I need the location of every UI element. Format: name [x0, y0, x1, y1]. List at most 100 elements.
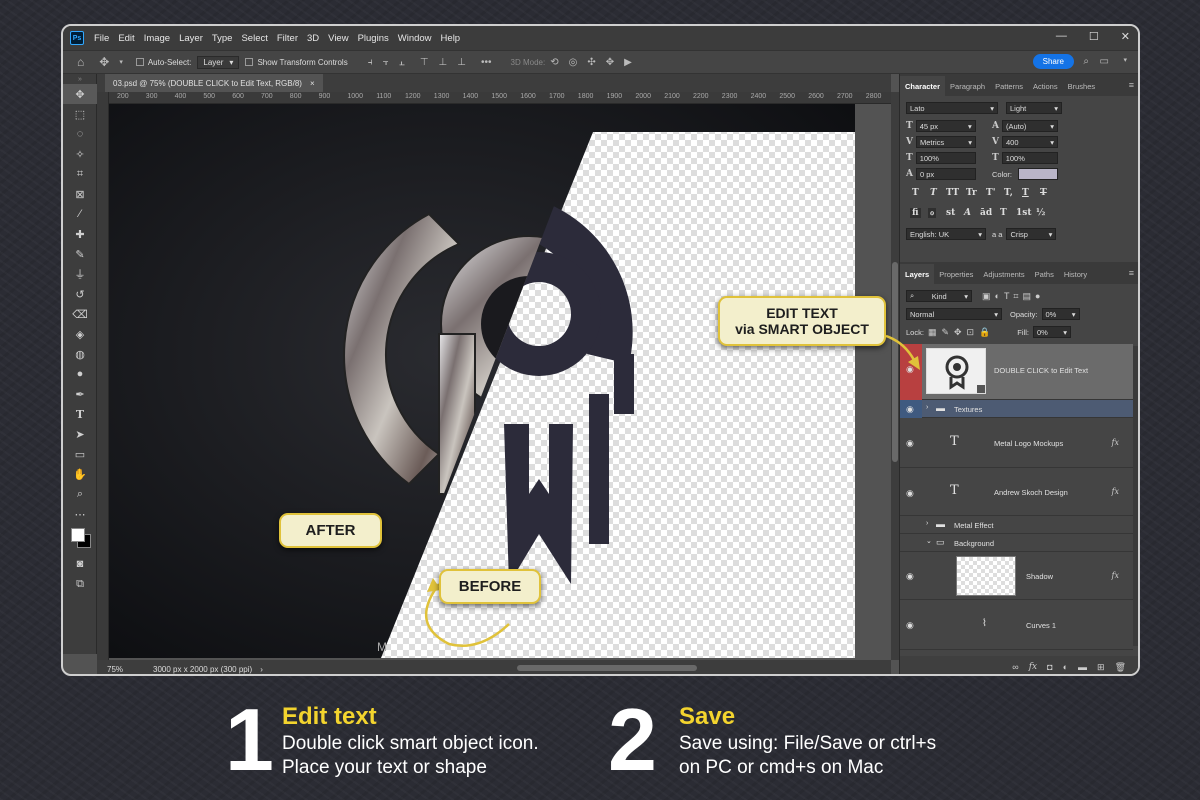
search-icon[interactable]: ⌕ [1083, 56, 1089, 67]
menu-layer[interactable]: Layer [179, 33, 203, 44]
magic-wand-icon[interactable]: ✧ [63, 144, 97, 164]
stylistic-alternates-button[interactable]: ād [980, 208, 992, 218]
eraser-icon[interactable]: ⌫ [63, 304, 97, 324]
font-size-field[interactable]: 45 px▾ [916, 120, 976, 132]
lock-icons[interactable]: ▦✎✥⊡🔒 [928, 327, 995, 338]
eye-icon[interactable]: ◉ [906, 438, 914, 449]
eyedropper-icon[interactable]: ⁄ [63, 204, 97, 224]
menu-filter[interactable]: Filter [277, 33, 298, 44]
tab-actions[interactable]: Actions [1028, 76, 1063, 96]
strikethrough-button[interactable]: T [1040, 188, 1047, 198]
tab-history[interactable]: History [1059, 264, 1092, 284]
tab-properties[interactable]: Properties [934, 264, 978, 284]
camera-3d-icon[interactable]: ▶ [624, 57, 632, 68]
eye-icon[interactable]: ◉ [906, 488, 914, 499]
roll-3d-icon[interactable]: ◎ [569, 57, 578, 68]
marquee-tool-icon[interactable]: ⬚ [63, 104, 97, 124]
fill-field[interactable]: 0%▾ [1033, 326, 1071, 338]
screen-mode-icon[interactable]: ⧉ [63, 574, 97, 594]
font-family-select[interactable]: Lato▾ [906, 102, 998, 114]
menu-edit[interactable]: Edit [118, 33, 134, 44]
chevron-down-icon[interactable]: ▾ [1123, 56, 1127, 64]
align-center-icon[interactable]: ⫟ [383, 57, 389, 68]
home-icon[interactable]: ⌂ [77, 55, 84, 69]
color-swatches[interactable] [63, 524, 97, 554]
fractions-button[interactable]: ½ [1036, 208, 1045, 218]
chevron-right-icon[interactable]: › [926, 404, 928, 411]
antialias-select[interactable]: Crisp▾ [1006, 228, 1056, 240]
layer-row[interactable]: ◉ DOUBLE CLICK to Edit Text [900, 344, 1133, 400]
move-tool-icon[interactable]: ✥ [63, 84, 97, 104]
link-icon[interactable]: ∞ [1012, 662, 1018, 672]
filter-icons[interactable]: ▣◐T⌗▤● [982, 291, 1044, 302]
auto-select-dropdown[interactable]: Layer▾ [197, 56, 239, 69]
old-style-button[interactable]: ℴ [928, 208, 936, 218]
adjustment-icon[interactable]: ◐ [1063, 662, 1068, 672]
slide-3d-icon[interactable]: ✥ [606, 57, 614, 68]
crop-tool-icon[interactable]: ⌗ [63, 164, 97, 184]
fx-icon[interactable]: fx [1112, 571, 1119, 580]
new-layer-icon[interactable]: ⊞ [1097, 662, 1105, 673]
lasso-tool-icon[interactable]: ◌ [63, 124, 97, 144]
faux-bold-button[interactable]: T [912, 188, 919, 198]
mask-icon[interactable]: ◘ [1047, 662, 1052, 672]
close-tab-icon[interactable]: × [310, 79, 315, 88]
menu-view[interactable]: View [328, 33, 348, 44]
pan-3d-icon[interactable]: ✣ [587, 57, 595, 68]
maximize-button[interactable]: ☐ [1089, 30, 1099, 43]
layer-row[interactable]: ◉ T Metal Logo Mockups fx [900, 418, 1133, 468]
layer-row[interactable]: ◉ › ▬ Textures [900, 400, 1133, 418]
panel-menu-icon[interactable]: ≡ [1129, 80, 1134, 90]
align-bottom-icon[interactable]: ⊥ [457, 57, 466, 68]
kerning-field[interactable]: Metrics▾ [916, 136, 976, 148]
tab-paths[interactable]: Paths [1030, 264, 1059, 284]
ordinals-button[interactable]: 1st [1016, 208, 1032, 218]
discretionary-ligatures-button[interactable]: st [946, 208, 955, 218]
menu-3d[interactable]: 3D [307, 33, 319, 44]
menu-type[interactable]: Type [212, 33, 233, 44]
font-style-select[interactable]: Light▾ [1006, 102, 1062, 114]
layer-row[interactable]: ◉ ⌇ Curves 1 [900, 600, 1133, 650]
ligatures-button[interactable]: fi [910, 208, 921, 218]
chevron-right-icon[interactable]: › [926, 520, 928, 527]
underline-button[interactable]: T [1022, 188, 1029, 198]
blend-mode-select[interactable]: Normal▾ [906, 308, 1002, 320]
swash-button[interactable]: A [964, 208, 971, 218]
quick-mask-icon[interactable]: ◙ [63, 554, 97, 574]
menu-window[interactable]: Window [398, 33, 432, 44]
tab-patterns[interactable]: Patterns [990, 76, 1028, 96]
blur-tool-icon[interactable]: ◍ [63, 344, 97, 364]
collapse-icon[interactable]: » [63, 74, 97, 84]
align-middle-icon[interactable]: ⊥ [439, 57, 448, 68]
layer-thumbnail[interactable] [956, 556, 1016, 596]
share-button[interactable]: Share [1033, 54, 1074, 69]
menu-plugins[interactable]: Plugins [358, 33, 389, 44]
orbit-3d-icon[interactable]: ⟲ [550, 57, 558, 68]
layer-row[interactable]: › ▬ Metal Effect [900, 516, 1133, 534]
frame-tool-icon[interactable]: ⊠ [63, 184, 97, 204]
fx-icon[interactable]: fx [1029, 662, 1037, 672]
eye-icon[interactable]: ◉ [906, 404, 914, 415]
auto-select-checkbox[interactable] [136, 58, 148, 67]
close-button[interactable]: ✕ [1121, 30, 1130, 43]
vertical-scale-field[interactable]: 100% [916, 152, 976, 164]
baseline-shift-field[interactable]: 0 px [916, 168, 976, 180]
all-caps-button[interactable]: TT [946, 188, 959, 198]
pen-tool-icon[interactable]: ✒ [63, 384, 97, 404]
menu-file[interactable]: File [94, 33, 109, 44]
align-left-icon[interactable]: ⫞ [368, 57, 373, 68]
align-top-icon[interactable]: ⊤ [420, 57, 429, 68]
horizontal-scrollbar[interactable] [517, 665, 697, 671]
tab-layers[interactable]: Layers [900, 264, 934, 284]
align-right-icon[interactable]: ⫠ [399, 57, 405, 68]
fx-icon[interactable]: fx [1112, 487, 1119, 496]
fx-icon[interactable]: fx [1112, 438, 1119, 447]
smart-object-thumbnail[interactable] [926, 348, 986, 394]
eye-icon[interactable]: ◉ [906, 620, 914, 631]
titling-button[interactable]: T [1000, 208, 1007, 218]
folder-icon[interactable]: ▬ [1078, 662, 1087, 672]
menu-help[interactable]: Help [441, 33, 461, 44]
zoom-tool-icon[interactable]: ⌕ [63, 484, 97, 504]
panel-menu-icon[interactable]: ≡ [1129, 268, 1134, 278]
more-tools-icon[interactable]: ⋯ [63, 504, 97, 524]
